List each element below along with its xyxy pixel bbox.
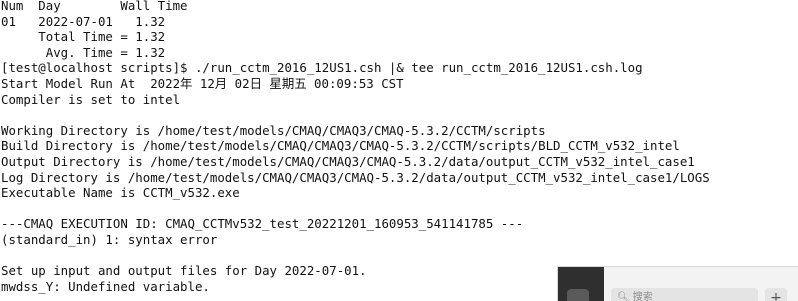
- chat-popup-window[interactable]: 🔍︎ 搜索 +: [557, 266, 798, 301]
- terminal-line: (standard_in) 1: syntax error: [1, 231, 218, 247]
- terminal-line: Start Model Run At 2022年 12月 02日 星期五 00:…: [1, 75, 404, 91]
- search-placeholder: 搜索: [632, 292, 653, 301]
- terminal-line: Executable Name is CCTM_v532.exe: [1, 185, 240, 201]
- terminal-line: Compiler is set to intel: [1, 91, 181, 107]
- terminal-line: 01 2022-07-01 1.32: [1, 13, 166, 29]
- terminal-line: Avg. Time = 1.32: [1, 44, 166, 60]
- terminal-window[interactable]: Num Day Wall Time 01 2022-07-01 1.32 Tot…: [0, 0, 798, 301]
- terminal-line: Log Directory is /home/test/models/CMAQ/…: [1, 169, 710, 185]
- terminal-line: [test@localhost scripts]$ ./run_cctm_201…: [1, 60, 643, 76]
- terminal-line: Total Time = 1.32: [1, 29, 166, 45]
- add-button[interactable]: +: [765, 288, 787, 301]
- avatar[interactable]: [567, 289, 589, 301]
- search-input[interactable]: 🔍︎ 搜索: [611, 288, 758, 301]
- search-icon: 🔍︎: [617, 292, 630, 301]
- terminal-line: Output Directory is /home/test/models/CM…: [1, 153, 695, 169]
- terminal-line: Num Day Wall Time: [1, 0, 188, 13]
- terminal-line: Working Directory is /home/test/models/C…: [1, 122, 546, 138]
- terminal-line: Build Directory is /home/test/models/CMA…: [1, 138, 680, 154]
- popup-sidebar: [558, 267, 604, 301]
- terminal-line: ---CMAQ EXECUTION ID: CMAQ_CCTMv532_test…: [1, 216, 524, 232]
